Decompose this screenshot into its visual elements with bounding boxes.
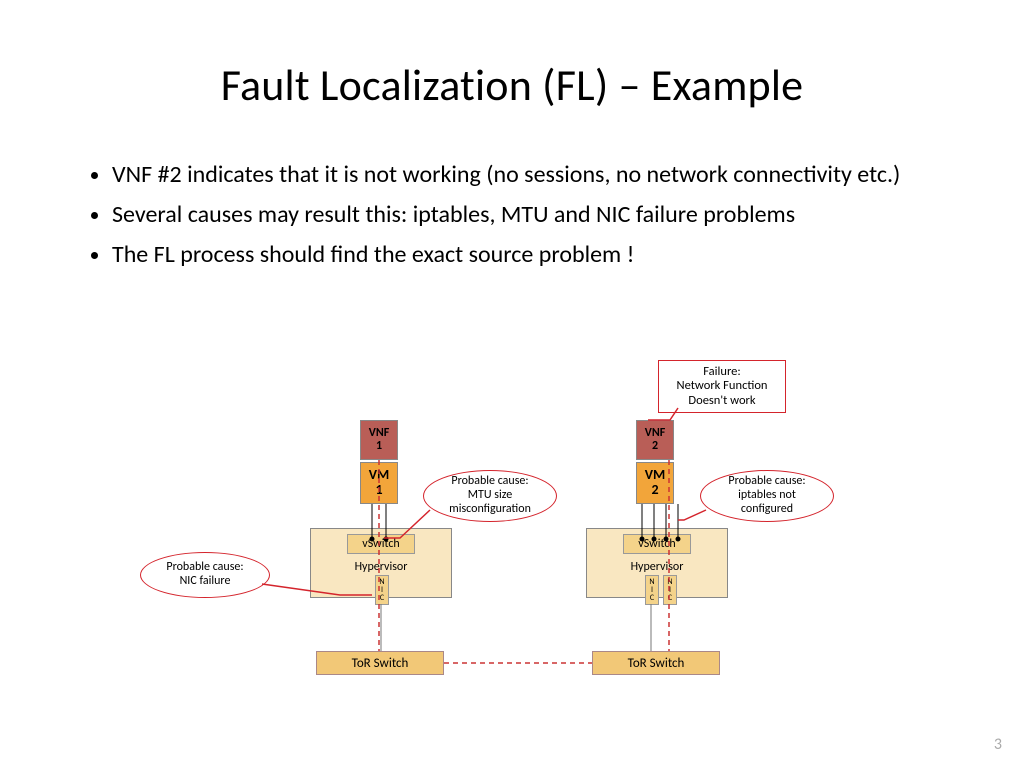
architecture-diagram: VNF1 VM1 vSwitch Hypervisor NIC ToR Swit… — [0, 360, 1024, 768]
nic1-box: NIC — [375, 575, 389, 605]
hypervisor2-box: vSwitch Hypervisor NIC NIC — [586, 528, 728, 598]
mtu-callout: Probable cause:MTU sizemisconfiguration — [423, 470, 557, 522]
nic2a-box: NIC — [645, 575, 659, 605]
vnf1-box: VNF1 — [360, 420, 398, 460]
hypervisor1-label: Hypervisor — [355, 561, 408, 574]
tor2-box: ToR Switch — [592, 651, 720, 675]
tor1-box: ToR Switch — [316, 651, 444, 675]
hypervisor1-box: vSwitch Hypervisor NIC — [310, 528, 452, 598]
failure-callout: Failure:Network FunctionDoesn't work — [658, 360, 786, 413]
slide-title: Fault Localization (FL) – Example — [0, 0, 1024, 112]
vm1-box: VM1 — [360, 462, 398, 504]
iptables-callout: Probable cause:iptables notconfigured — [700, 470, 834, 522]
bullet-item: VNF #2 indicates that it is not working … — [112, 160, 930, 190]
bullet-list: VNF #2 indicates that it is not working … — [0, 112, 1024, 270]
page-number: 3 — [994, 735, 1002, 754]
hypervisor2-label: Hypervisor — [631, 561, 684, 574]
vswitch1-box: vSwitch — [347, 534, 415, 554]
vnf2-box: VNF2 — [636, 420, 674, 460]
bullet-item: The FL process should find the exact sou… — [112, 240, 930, 270]
nicfail-callout: Probable cause:NIC failure — [140, 552, 270, 598]
vm2-box: VM2 — [636, 462, 674, 504]
nic2b-box: NIC — [663, 575, 677, 605]
bullet-item: Several causes may result this: iptables… — [112, 200, 930, 230]
vswitch2-box: vSwitch — [623, 534, 691, 554]
